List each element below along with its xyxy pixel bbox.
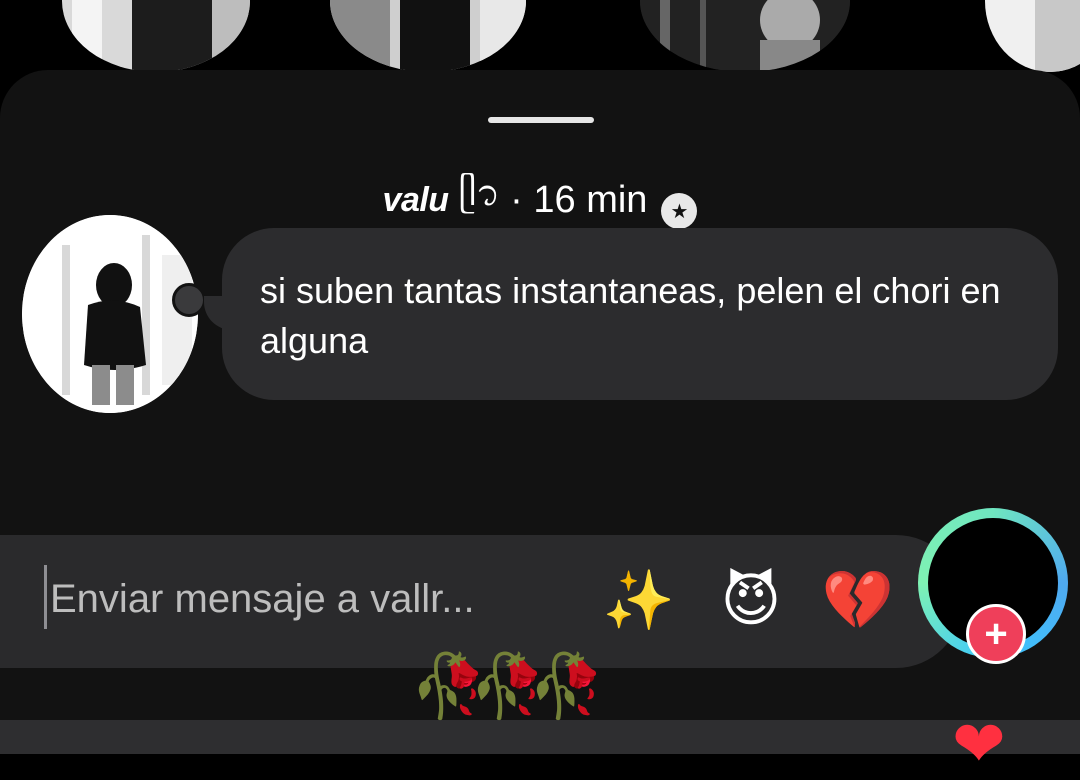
note-indicator-dot [172,283,206,317]
story-thumbnail[interactable] [985,0,1080,72]
smiling-devil-icon: 😈 [720,568,782,633]
avatar-photo [22,215,198,413]
sparkles-icon: ✨ [602,568,676,633]
story-thumbnail-image [62,0,250,72]
note-header: valu ᥫ᭡ · 16 min ★ [0,170,1080,230]
note-timestamp: · 16 min [510,178,648,221]
avatar[interactable] [22,215,198,413]
sheet-grab-handle[interactable] [488,117,594,123]
story-thumbnail[interactable] [330,0,526,72]
message-input[interactable] [50,563,580,635]
heart-icon[interactable]: ❤ [952,712,1006,776]
story-thumbnail-image [640,0,850,72]
star-icon: ★ [661,193,698,229]
story-thumbnail[interactable] [640,0,850,72]
text-caret [44,565,47,629]
story-thumbnail-image [330,0,526,72]
note-text: si suben tantas instantaneas, pelen el c… [260,270,1001,361]
username-symbol: ᥫ᭡ [458,172,501,213]
note-bubble: si suben tantas instantaneas, pelen el c… [222,228,1058,400]
add-story-button[interactable]: + [966,604,1026,664]
devil-reaction-button[interactable]: 😈 [715,565,787,637]
broken-heart-reaction-button[interactable]: 💔 [822,565,894,637]
broken-heart-icon: 💔 [821,568,895,633]
plus-icon: + [984,612,1008,656]
story-thumbnail-image [985,0,1080,72]
story-thumbnail[interactable] [62,0,250,72]
message-composer: ✨ 😈 💔 [0,535,962,668]
username[interactable]: valu [383,181,450,220]
sparkles-reaction-button[interactable]: ✨ [603,565,675,637]
wilted-roses-decoration: 🥀🥀🥀 [410,652,606,721]
